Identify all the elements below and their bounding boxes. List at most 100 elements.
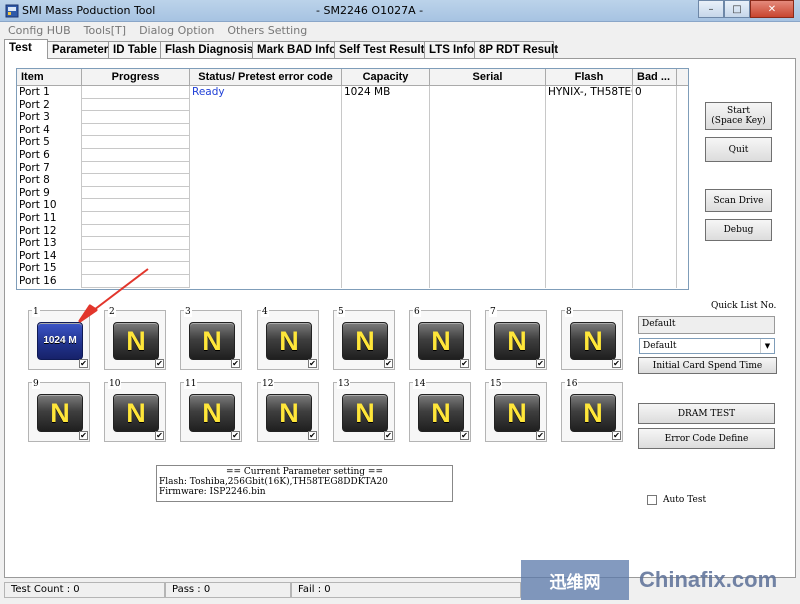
table-row[interactable]: Port 14: [17, 249, 677, 263]
initial-card-spend-time-button[interactable]: Initial Card Spend Time: [638, 357, 777, 374]
port-enable-checkbox[interactable]: ✔: [536, 359, 545, 368]
table-row[interactable]: Port 1 Ready 1024 MB HYNIX-, TH58TEG 0: [17, 86, 677, 99]
port-slot-5[interactable]: 5 N ✔: [333, 307, 395, 370]
start-button[interactable]: Start (Space Key): [705, 102, 772, 130]
port-enable-checkbox[interactable]: ✔: [231, 431, 240, 440]
table-row[interactable]: Port 5: [17, 136, 677, 149]
port-label-cell: Port 2: [17, 98, 82, 112]
table-header: Item Progress Status/ Pretest error code…: [17, 69, 688, 86]
debug-button[interactable]: Debug: [705, 219, 772, 241]
port-enable-checkbox[interactable]: ✔: [79, 431, 88, 440]
quick-list-field[interactable]: Default: [638, 316, 775, 334]
serial-cell: [430, 237, 546, 250]
menu-dialog-option[interactable]: Dialog Option: [131, 22, 219, 39]
table-row[interactable]: Port 10: [17, 199, 677, 212]
port-slot-label: N: [202, 326, 222, 356]
port-slot-4[interactable]: 4 N ✔: [257, 307, 319, 370]
column-header-item[interactable]: Item: [17, 69, 82, 86]
port-slot-number: 7: [489, 307, 497, 317]
table-row[interactable]: Port 9: [17, 186, 677, 200]
tab-lts-info[interactable]: LTS Info: [424, 41, 475, 59]
table-row[interactable]: Port 3: [17, 111, 677, 124]
port-slot-8[interactable]: 8 N ✔: [561, 307, 623, 370]
table-row[interactable]: Port 13: [17, 237, 677, 250]
port-enable-checkbox[interactable]: ✔: [384, 431, 393, 440]
status-cell: [190, 123, 342, 137]
maximize-button[interactable]: □: [724, 0, 750, 18]
menu-tools[interactable]: Tools[T]: [76, 22, 131, 39]
error-code-define-button[interactable]: Error Code Define: [638, 428, 775, 449]
column-header-flash[interactable]: Flash: [546, 69, 633, 86]
table-row[interactable]: Port 4: [17, 123, 677, 137]
progress-cell: [82, 123, 190, 137]
tab-id-table[interactable]: ID Table: [108, 41, 161, 59]
port-slot-number: 8: [565, 307, 573, 317]
bad-cell: [633, 98, 677, 112]
port-enable-checkbox[interactable]: ✔: [384, 359, 393, 368]
port-slot-16[interactable]: 16 N ✔: [561, 379, 623, 442]
port-enable-checkbox[interactable]: ✔: [536, 431, 545, 440]
close-button[interactable]: ✕: [750, 0, 794, 18]
no-card-icon: N: [418, 394, 464, 432]
quit-button[interactable]: Quit: [705, 137, 772, 162]
port-enable-checkbox[interactable]: ✔: [308, 359, 317, 368]
port-slot-15[interactable]: 15 N ✔: [485, 379, 547, 442]
port-enable-checkbox[interactable]: ✔: [79, 359, 88, 368]
capacity-cell: [342, 237, 430, 250]
table-row[interactable]: Port 12: [17, 224, 677, 238]
port-slot-12[interactable]: 12 N ✔: [257, 379, 319, 442]
port-enable-checkbox[interactable]: ✔: [155, 431, 164, 440]
flash-cell: [546, 224, 633, 238]
tab-parameter[interactable]: Parameter: [47, 41, 109, 59]
table-row[interactable]: Port 11: [17, 211, 677, 225]
port-slot-14[interactable]: 14 N ✔: [409, 379, 471, 442]
port-slot-9[interactable]: 9 N ✔: [28, 379, 90, 442]
port-slot-3[interactable]: 3 N ✔: [180, 307, 242, 370]
tab-flash-diagnosis[interactable]: Flash Diagnosis: [160, 41, 253, 59]
tab-mark-bad-info[interactable]: Mark BAD Info: [252, 41, 336, 59]
port-enable-checkbox[interactable]: ✔: [460, 359, 469, 368]
port-enable-checkbox[interactable]: ✔: [308, 431, 317, 440]
port-enable-checkbox[interactable]: ✔: [460, 431, 469, 440]
column-header-capacity[interactable]: Capacity: [342, 69, 430, 86]
tab-self-test-result[interactable]: Self Test Result: [334, 41, 425, 59]
table-row[interactable]: Port 2: [17, 98, 677, 112]
port-enable-checkbox[interactable]: ✔: [612, 431, 621, 440]
port-table: Item Progress Status/ Pretest error code…: [16, 68, 689, 290]
column-header-serial[interactable]: Serial: [430, 69, 546, 86]
table-row[interactable]: Port 7: [17, 161, 677, 175]
port-slot-7[interactable]: 7 N ✔: [485, 307, 547, 370]
status-cell: [190, 111, 342, 124]
quick-list-select[interactable]: Default ▼: [639, 338, 775, 354]
port-label-cell: Port 6: [17, 148, 82, 162]
column-header-status[interactable]: Status/ Pretest error code: [190, 69, 342, 86]
dram-test-button[interactable]: DRAM TEST: [638, 403, 775, 424]
port-slot-6[interactable]: 6 N ✔: [409, 307, 471, 370]
port-slot-10[interactable]: 10 N ✔: [104, 379, 166, 442]
column-header-progress[interactable]: Progress: [82, 69, 190, 86]
menu-config-hub[interactable]: Config HUB: [0, 22, 76, 39]
flash-cell: HYNIX-, TH58TEG: [548, 86, 633, 99]
tab-test[interactable]: Test: [4, 39, 48, 59]
title-bar: SMI Mass Poduction Tool - SM2246 O1027A …: [0, 0, 800, 22]
auto-test-option[interactable]: Auto Test: [647, 495, 706, 505]
table-row[interactable]: Port 8: [17, 174, 677, 187]
table-row[interactable]: Port 6: [17, 148, 677, 162]
port-enable-checkbox[interactable]: ✔: [231, 359, 240, 368]
port-slot-11[interactable]: 11 N ✔: [180, 379, 242, 442]
minimize-button[interactable]: –: [698, 0, 724, 18]
port-slot-label: N: [583, 326, 603, 356]
port-slot-13[interactable]: 13 N ✔: [333, 379, 395, 442]
port-enable-checkbox[interactable]: ✔: [612, 359, 621, 368]
auto-test-checkbox[interactable]: [647, 495, 657, 505]
port-slot-number: 6: [413, 307, 421, 317]
serial-cell: [430, 249, 546, 263]
port-slot-number: 13: [337, 379, 351, 389]
port-enable-checkbox[interactable]: ✔: [155, 359, 164, 368]
chevron-down-icon[interactable]: ▼: [760, 339, 774, 353]
column-header-bad[interactable]: Bad ...: [633, 69, 677, 86]
menu-others-setting[interactable]: Others Setting: [219, 22, 312, 39]
tab-8p-rdt-result[interactable]: 8P RDT Result: [474, 41, 558, 59]
scan-drive-button[interactable]: Scan Drive: [705, 189, 772, 212]
port-label-cell: Port 3: [17, 111, 82, 124]
